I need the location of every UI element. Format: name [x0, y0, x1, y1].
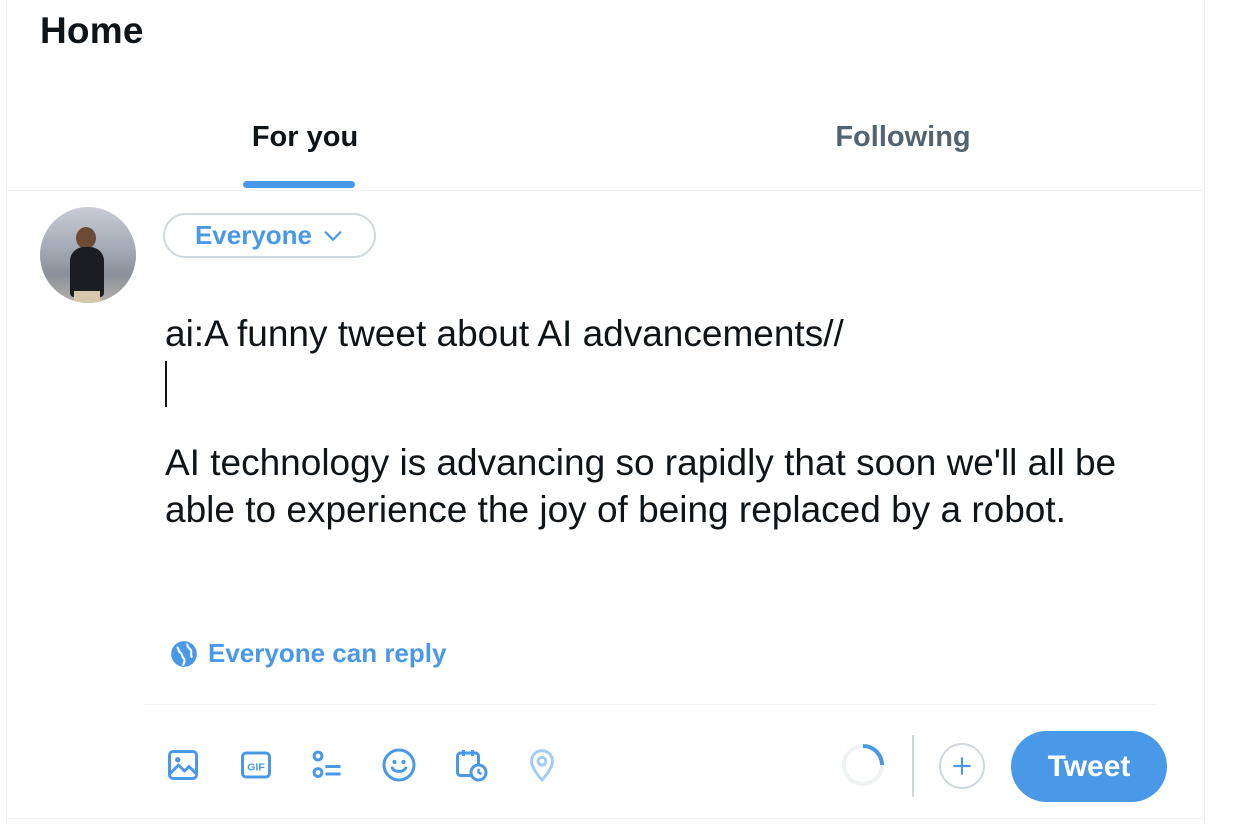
add-tweet-button[interactable]: [939, 743, 985, 789]
gif-button[interactable]: GIF: [236, 745, 276, 785]
chevron-down-icon: [324, 230, 342, 241]
character-progress-ring: [842, 744, 884, 786]
avatar[interactable]: [40, 207, 136, 303]
audience-selector-button[interactable]: Everyone: [163, 213, 376, 258]
location-button[interactable]: [522, 745, 562, 785]
globe-icon: [171, 640, 197, 667]
reply-setting-button[interactable]: Everyone can reply: [170, 638, 446, 669]
image-button[interactable]: [163, 745, 203, 785]
plus-icon: [953, 757, 971, 775]
tab-following[interactable]: Following: [604, 100, 1202, 190]
active-tab-indicator: [243, 181, 355, 188]
poll-button[interactable]: [307, 745, 347, 785]
image-icon: [168, 750, 198, 780]
schedule-button[interactable]: [451, 745, 491, 785]
tab-label: Following: [835, 120, 971, 153]
toolbar-vertical-divider: [912, 735, 914, 797]
reply-setting-label: Everyone can reply: [208, 638, 447, 668]
prompt-line: ai:A funny tweet about AI advancements//: [165, 313, 844, 354]
emoji-icon: [382, 748, 416, 782]
poll-icon: [312, 750, 341, 778]
avatar-legs: [74, 291, 100, 303]
tab-label: For you: [251, 120, 359, 153]
tab-for-you[interactable]: For you: [6, 100, 604, 190]
tweet-editor[interactable]: ai:A funny tweet about AI advancements//…: [165, 310, 1175, 533]
emoji-button[interactable]: [379, 745, 419, 785]
schedule-icon: [456, 750, 488, 782]
tweet-button[interactable]: Tweet: [1011, 731, 1167, 802]
avatar-body: [70, 247, 104, 297]
text-caret: [165, 361, 167, 407]
svg-text:GIF: GIF: [247, 761, 265, 773]
location-icon: [529, 749, 555, 783]
page-title: Home: [40, 10, 144, 51]
tweet-body-text: AI technology is advancing so rapidly th…: [165, 442, 1117, 530]
composer-divider: [143, 704, 1155, 705]
bottom-divider: [6, 818, 1203, 819]
avatar-head: [76, 227, 96, 249]
audience-label: Everyone: [194, 220, 313, 250]
timeline-tabs: For you Following: [6, 100, 1203, 191]
gif-icon: GIF: [241, 751, 271, 779]
